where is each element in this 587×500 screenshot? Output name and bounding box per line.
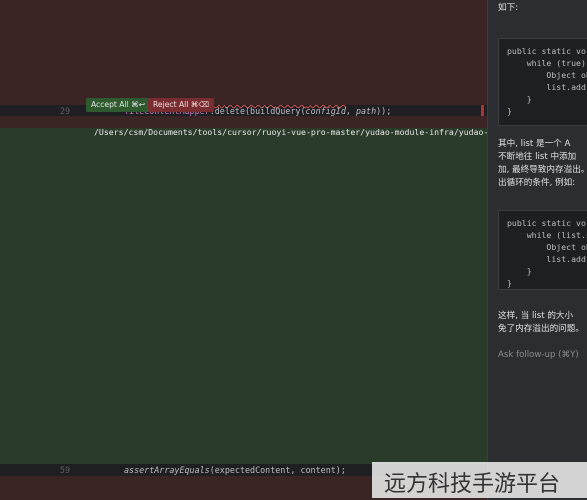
code-line[interactable]: 50 String path = "test.txt"; <box>0 344 487 379</box>
code-line[interactable]: 58 assertArrayEquals(expectedContent, co… <box>0 440 487 475</box>
code-editor[interactable]: 9+ 21 FileContentDO entity = new FileCon… <box>0 0 487 500</box>
code-line[interactable]: 37 <box>0 200 487 223</box>
code-line: } <box>507 266 532 276</box>
code-line[interactable]: 34 // given <box>0 164 487 199</box>
code-line[interactable]: 47 public void shouldReturnContentWhenIt… <box>0 308 487 343</box>
chat-intro-text: 如下: <box>498 3 519 13</box>
code-line: } <box>507 278 512 288</box>
code-line: public static vo <box>507 46 586 56</box>
diff-action-bar: Accept All ⌘↩ Reject All ⌘⌫ <box>0 98 487 114</box>
code-line[interactable]: 35 Long configId = 1L; <box>0 176 487 211</box>
watermark-banner: 远方科技手游平台 <box>372 462 587 498</box>
chat-paragraph: 出循环的条件, 例如: <box>498 178 576 188</box>
code-line[interactable]: 41 <box>0 236 487 259</box>
code-line[interactable]: 45 <box>0 284 487 307</box>
code-line: Object ob <box>507 70 587 80</box>
code-line: } <box>507 94 532 104</box>
code-line[interactable]: 22 .setPath(path).setContent(content); <box>0 9 487 44</box>
code-line[interactable]: 27 public void delete(Long configId, Str… <box>0 69 487 104</box>
code-line[interactable]: 48 // given <box>0 320 487 355</box>
code-line[interactable]: 51 byte[] expectedContent = "test conten… <box>0 356 487 391</box>
code-line: while (list.s <box>507 230 587 240</box>
chat-code-block[interactable]: public static vo while (list.s Object ob… <box>498 210 587 290</box>
reject-all-button[interactable]: Reject All ⌘⌫ <box>148 98 215 112</box>
code-line: list.add( <box>507 82 587 92</box>
watermark-text: 远方科技手游平台 <box>384 472 561 497</box>
code-line[interactable]: 56 <box>0 416 487 439</box>
code-line[interactable]: 55 byte[] content = fileContentDAO.selec… <box>0 404 487 439</box>
chat-paragraph: 加, 最终导致内存溢出。 <box>498 165 587 175</box>
chat-code-block[interactable]: public static vo while (true) { Object o… <box>498 38 587 126</box>
code-line[interactable]: 26 @Override <box>0 57 487 92</box>
chat-paragraph: 免了内存溢出的问题。 <box>498 324 584 334</box>
chat-paragraph: 这样, 当 list 的大小 <box>498 311 574 321</box>
code-line: public static vo <box>507 218 586 228</box>
chat-paragraph: 不断地往 list 中添加 <box>498 152 577 162</box>
code-line[interactable]: 24 } <box>0 33 487 68</box>
code-line[interactable]: 42 // then <box>0 248 487 283</box>
code-line[interactable]: 44 } <box>0 272 487 307</box>
code-line[interactable]: 53 <box>0 380 487 403</box>
code-line[interactable]: 46 @Test <box>0 296 487 331</box>
code-line[interactable]: 28 fileContentMapper.delete(buildQuery(c… <box>0 81 487 116</box>
code-line[interactable]: 33 public void shouldReturnNullWhenConte… <box>0 152 487 187</box>
ai-chat-panel: 如下: public static vo while (true) { Obje… <box>487 0 587 500</box>
code-line[interactable]: 57 // then <box>0 428 487 463</box>
code-line: } <box>507 106 512 116</box>
code-line[interactable]: 38 // when <box>0 212 487 247</box>
accept-all-button[interactable]: Accept All ⌘↩ <box>86 98 151 112</box>
code-line[interactable]: 21 FileContentDO entity = new FileConten… <box>0 0 487 32</box>
code-line[interactable]: 25 <box>0 45 487 68</box>
code-line[interactable]: 49 Long configId = 1L; <box>0 332 487 367</box>
chat-paragraph: 其中, list 是一个 A <box>498 139 571 149</box>
code-line[interactable]: 52 fileContentDAO.insert(configId, path,… <box>0 368 487 403</box>
code-line[interactable]: 40 byte[] content = fileContentDAO.selec… <box>0 224 487 259</box>
code-line[interactable]: 36 String path = "test.txt"; <box>0 188 487 223</box>
code-line[interactable]: 43 assertNull(content); <box>0 260 487 295</box>
code-line: list.add( <box>507 254 587 264</box>
code-line: while (true) { <box>507 58 587 68</box>
ask-followup-input[interactable]: Ask follow-up (⌘Y) <box>498 350 579 360</box>
code-line[interactable]: 23 fileContentMapper.insert(entity); <box>0 21 487 56</box>
code-line[interactable]: 54 // when <box>0 392 487 427</box>
file-path-label: /Users/csm/Documents/tools/cursor/ruoyi-… <box>94 127 487 137</box>
code-line: Object ob <box>507 242 587 252</box>
code-line[interactable]: 32 @Test <box>0 140 487 175</box>
